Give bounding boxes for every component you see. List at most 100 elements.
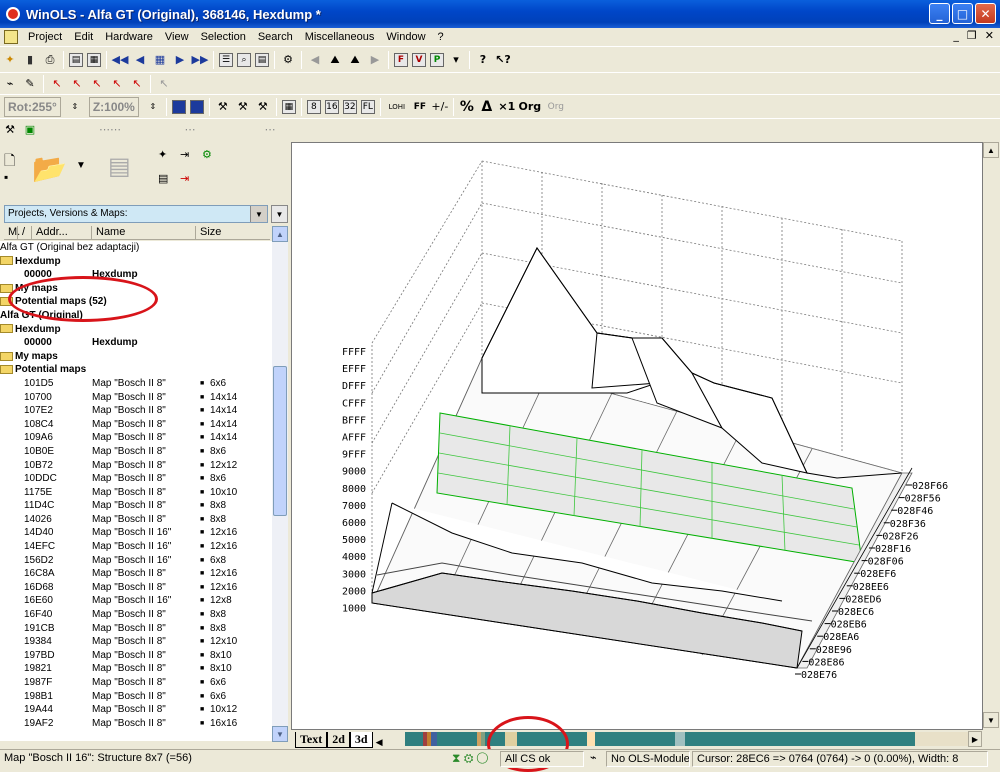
map-left-icon[interactable]: ⛰ (327, 52, 343, 68)
tree-scrollbar[interactable]: ▲ ▼ (272, 226, 288, 742)
tab-scroll-left-icon[interactable]: ◀ (373, 737, 386, 748)
map-list-item[interactable]: 10B0E Map "Bosch II 8" 8x6 ■ (0, 445, 272, 459)
rotation-spinner-icon[interactable]: ⇕ (67, 99, 83, 115)
map-list-item[interactable]: 14EFC Map "Bosch II 16" 12x16 ■ (0, 540, 272, 554)
col-address[interactable]: Addr... (32, 226, 92, 239)
mdi-minimize-button[interactable]: _ (953, 29, 959, 42)
map-list-item[interactable]: 1175E Map "Bosch II 8" 10x10 ■ (0, 486, 272, 500)
combo-arrow-icon[interactable]: ▼ (250, 206, 267, 222)
tool2-icon[interactable]: ↖ (69, 76, 85, 92)
tool1-icon[interactable]: ↖ (49, 76, 65, 92)
tree-node[interactable]: Alfa GT (Original) (0, 309, 272, 323)
percent-button[interactable]: % (459, 99, 475, 115)
view-a-icon[interactable] (171, 99, 186, 114)
ff-button[interactable]: FF (412, 99, 428, 115)
map-list-item[interactable]: 107E2 Map "Bosch II 8" 14x14 ■ (0, 404, 272, 418)
minimize-button[interactable]: _ (929, 3, 950, 24)
map-list-item[interactable]: 16C8A Map "Bosch II 8" 12x16 ■ (0, 567, 272, 581)
original-diff-button[interactable]: Org (545, 99, 567, 115)
bits-8-button[interactable]: 8 (306, 99, 321, 114)
tree-node[interactable]: Hexdump (0, 323, 272, 337)
compare-icon[interactable]: ▤ (255, 52, 269, 67)
copy-window-icon[interactable]: ▤ (69, 52, 83, 67)
tree-node[interactable]: Potential maps (52) (0, 295, 272, 309)
map-right-icon[interactable]: ⛰ (347, 52, 363, 68)
export-icon[interactable]: ⇥ (180, 148, 189, 161)
tool4-icon[interactable]: ↖ (109, 76, 125, 92)
tool5-icon[interactable]: ↖ (129, 76, 145, 92)
3d-graph-view[interactable]: FFFF EFFF DFFF CFFF BFFF AFFF 9FFF 9000 8000 7000… (291, 142, 983, 730)
view-b-icon[interactable] (189, 99, 204, 114)
close-button[interactable]: ✕ (975, 3, 996, 24)
original-button[interactable]: Org (519, 99, 542, 115)
sign-icon[interactable]: +/- (431, 99, 448, 115)
map-list-item[interactable]: 16F40 Map "Bosch II 8" 8x8 ■ (0, 608, 272, 622)
scroll-up-icon[interactable]: ▲ (272, 226, 288, 242)
map-list-item[interactable]: 19384 Map "Bosch II 8" 12x10 ■ (0, 635, 272, 649)
map-list-item[interactable]: 19A44 Map "Bosch II 8" 10x12 ■ (0, 703, 272, 717)
col-size[interactable]: Size (196, 226, 256, 239)
graph-tool2-icon[interactable]: ⚒ (235, 99, 251, 115)
map-list-item[interactable]: 1987F Map "Bosch II 8" 6x6 ■ (0, 676, 272, 690)
col-mark[interactable]: M. (4, 226, 20, 239)
v-icon[interactable]: V (412, 52, 426, 67)
lohi-button[interactable]: LOHI (386, 99, 408, 115)
tree-node[interactable]: Alfa GT (Original bez adaptacji) (0, 241, 272, 255)
wizard-icon[interactable]: ✦ (2, 52, 18, 68)
next-icon[interactable]: ▶ (172, 52, 188, 68)
bits-16-button[interactable]: 16 (324, 99, 339, 114)
graph-tool1-icon[interactable]: ⚒ (215, 99, 231, 115)
map-list-item[interactable]: 16D68 Map "Bosch II 8" 12x16 ■ (0, 581, 272, 595)
combo-options-icon[interactable]: ▼ (271, 205, 288, 223)
list-icon[interactable]: ☰ (219, 52, 233, 67)
tab-2d[interactable]: 2d (327, 732, 350, 748)
menu-window[interactable]: Window (380, 31, 431, 43)
tree-node[interactable]: Hexdump (0, 255, 272, 269)
map-list-item[interactable]: 109A6 Map "Bosch II 8" 14x14 ■ (0, 431, 272, 445)
map-edit-icon[interactable]: ▣ (22, 122, 38, 138)
tab-text[interactable]: Text (295, 732, 328, 748)
map-list-item[interactable]: 156D2 Map "Bosch II 16" 6x8 ■ (0, 554, 272, 568)
bits-32-button[interactable]: 32 (342, 99, 357, 114)
menu-selection[interactable]: Selection (195, 31, 252, 43)
tree-node[interactable]: Potential maps (0, 363, 272, 377)
table-icon[interactable]: ▦ (152, 52, 168, 68)
map-list-item[interactable]: 10B72 Map "Bosch II 8" 12x12 ■ (0, 459, 272, 473)
map-list-item[interactable]: 16E60 Map "Bosch II 16" 12x8 ■ (0, 594, 272, 608)
grid-icon[interactable]: ▦ (281, 99, 296, 114)
open-dropdown-icon[interactable]: ▼ (76, 160, 86, 171)
scroll-down-icon[interactable]: ▼ (272, 726, 288, 742)
menu-miscellaneous[interactable]: Miscellaneous (299, 31, 381, 43)
map-list-item[interactable]: 108C4 Map "Bosch II 8" 14x14 ■ (0, 418, 272, 432)
tab-3d[interactable]: 3d (349, 732, 373, 748)
col-sort[interactable]: / (18, 226, 32, 239)
graph-scroll-down-icon[interactable]: ▼ (983, 712, 999, 728)
import-icon[interactable]: ✦ (158, 148, 167, 161)
map-list-item[interactable]: 14026 Map "Bosch II 8" 8x8 ■ (0, 513, 272, 527)
tools-icon[interactable]: ⚒ (2, 122, 18, 138)
graph-scrollbar[interactable]: ▲ ▼ (983, 142, 1000, 730)
map-list-item[interactable]: 19AF2 Map "Bosch II 8" 16x16 ■ (0, 717, 272, 731)
close-project-icon[interactable]: ⇥ (180, 172, 189, 185)
document-system-icon[interactable] (4, 30, 18, 44)
factor-button[interactable]: ×1 (498, 99, 515, 115)
menu-search[interactable]: Search (252, 31, 299, 43)
scroll-thumb[interactable] (273, 366, 287, 516)
map-list-item[interactable]: 11D4C Map "Bosch II 8" 8x8 ■ (0, 499, 272, 513)
menu-project[interactable]: Project (22, 31, 68, 43)
tool3-icon[interactable]: ↖ (89, 76, 105, 92)
zoom-field[interactable]: Z:100% (88, 96, 139, 117)
pen-icon[interactable]: ✎ (22, 76, 38, 92)
first-icon[interactable]: ◀◀ (112, 52, 129, 68)
help-icon[interactable]: ? (475, 52, 491, 68)
graph-scroll-up-icon[interactable]: ▲ (983, 142, 999, 158)
menu-help[interactable]: ? (432, 31, 450, 43)
tree-node[interactable]: My maps (0, 282, 272, 296)
map-list-item[interactable]: 14D40 Map "Bosch II 16" 12x16 ■ (0, 526, 272, 540)
connect-icon[interactable]: ⚙ (280, 52, 296, 68)
graph-tool3-icon[interactable]: ⚒ (255, 99, 271, 115)
p-icon[interactable]: P (430, 52, 444, 67)
nav-right-icon[interactable]: ▶ (367, 52, 383, 68)
rotation-field[interactable]: Rot:255° (4, 96, 61, 117)
previous-icon[interactable]: ◀ (132, 52, 148, 68)
